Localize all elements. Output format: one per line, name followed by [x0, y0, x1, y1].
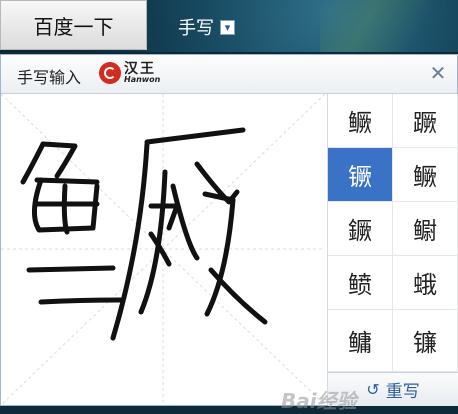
undo-icon: ↺: [366, 380, 380, 399]
stroke: [208, 267, 268, 325]
stroke: [40, 141, 78, 179]
stroke: [34, 177, 100, 185]
stroke: [144, 127, 246, 145]
hanwon-logo-cn: 汉王: [124, 61, 156, 77]
candidate-item[interactable]: 蹶: [393, 94, 458, 148]
candidate-item[interactable]: 镰: [393, 310, 458, 372]
stroke: [61, 183, 70, 235]
watermark: Bai经验: [281, 389, 357, 413]
stroke: [26, 265, 116, 273]
hanwon-logo-icon: [99, 62, 121, 84]
candidate-item[interactable]: 鳙: [328, 310, 393, 372]
candidate-item[interactable]: 鐝: [328, 202, 393, 256]
handwriting-strokes: [1, 94, 325, 405]
candidate-item[interactable]: 鳚: [393, 202, 458, 256]
handwriting-canvas[interactable]: [1, 94, 325, 405]
hanwon-logo-en: Hanwon: [124, 75, 161, 84]
search-button[interactable]: 百度一下: [0, 0, 147, 50]
candidate-item[interactable]: 蛾: [393, 256, 458, 310]
candidate-item-selected[interactable]: 镢: [328, 148, 393, 202]
candidate-item[interactable]: 鳜: [328, 94, 393, 148]
input-mode-selector[interactable]: 手写 ▾: [178, 14, 235, 40]
panel-header: 手写输入 汉王 Hanwon ✕: [1, 55, 457, 94]
ink-strokes: [20, 127, 268, 341]
stroke: [38, 297, 124, 305]
candidate-panel: 鳜 蹶 镢 鳜 鐝 鳚 鲼 蛾 鳙 镰 ↺ 重写: [327, 94, 458, 406]
stroke: [202, 191, 236, 317]
candidate-grid: 鳜 蹶 镢 鳜 鐝 鳚 鲼 蛾 鳙 镰: [328, 94, 458, 372]
candidate-item[interactable]: 鲼: [328, 256, 393, 310]
input-mode-label: 手写: [178, 18, 214, 39]
handwriting-panel: 手写输入 汉王 Hanwon ✕ 鳜 蹶 镢 鳜 鐝 鳚 鲼 蛾 鳙 镰 ↺ 重…: [0, 54, 458, 413]
close-icon[interactable]: ✕: [427, 61, 449, 85]
stroke: [20, 141, 46, 185]
hanwon-logo: 汉王 Hanwon: [99, 62, 160, 84]
top-bar: 百度一下 手写 ▾: [0, 0, 458, 52]
rewrite-label: 重写: [385, 382, 420, 402]
panel-title: 手写输入: [17, 68, 82, 87]
candidate-item[interactable]: 鳜: [393, 148, 458, 202]
chevron-down-icon[interactable]: ▾: [220, 19, 235, 35]
stroke: [170, 183, 200, 261]
